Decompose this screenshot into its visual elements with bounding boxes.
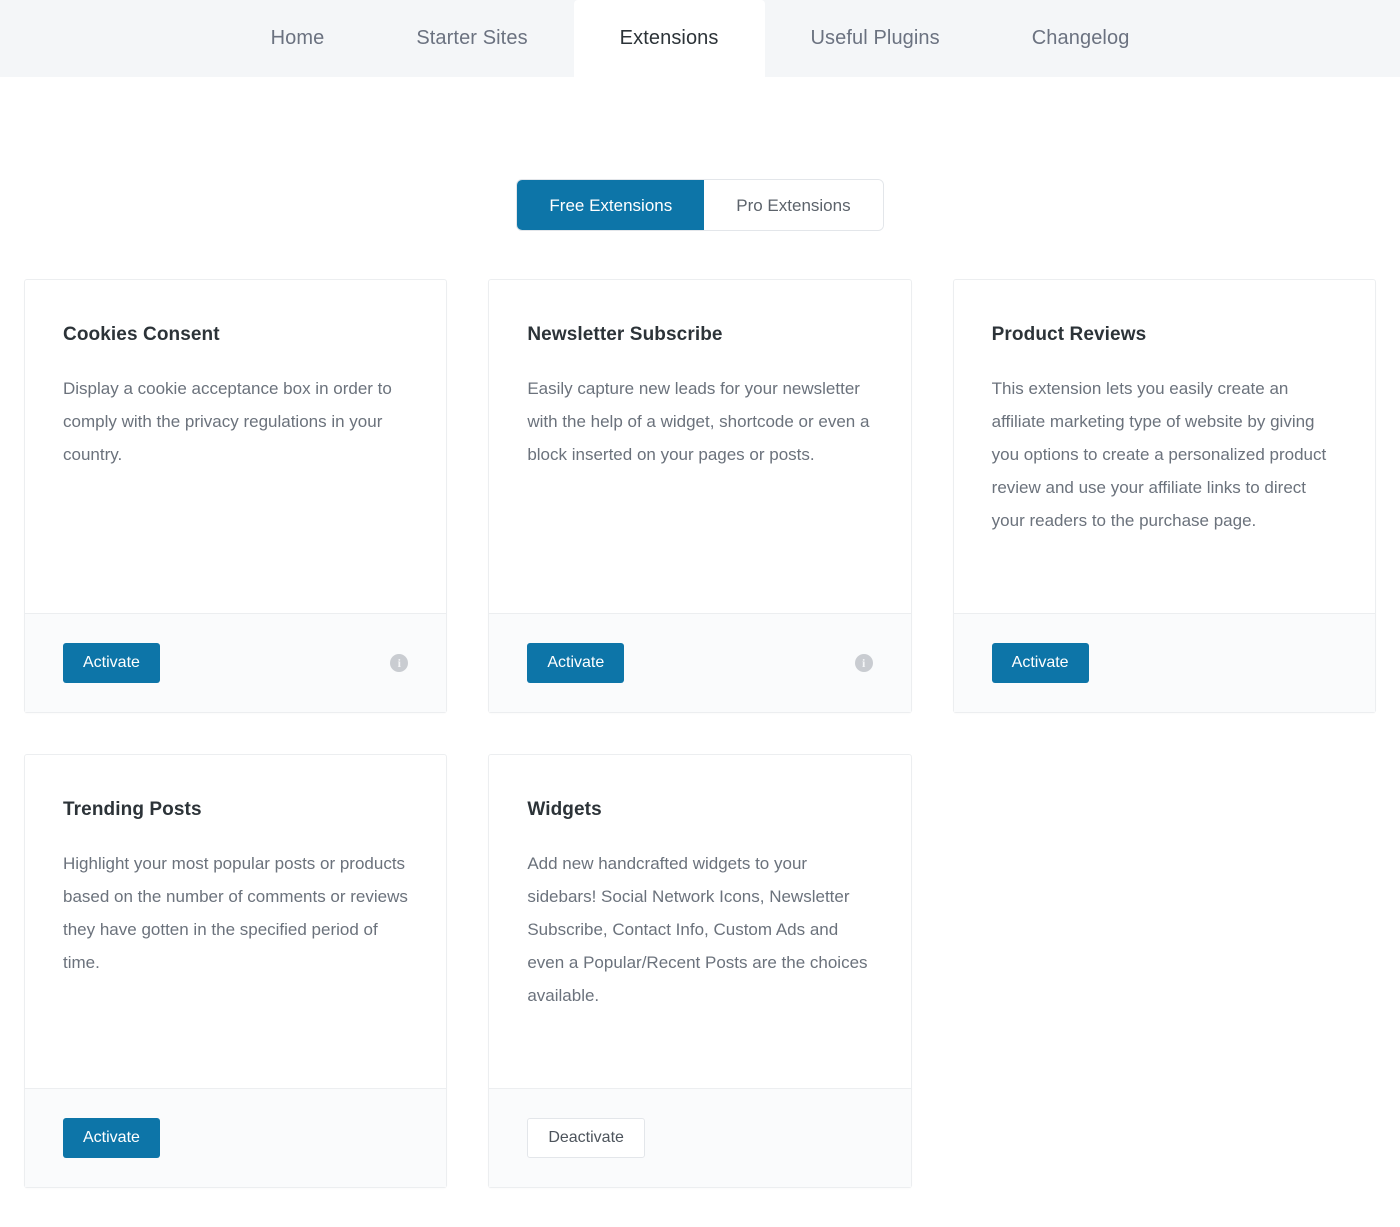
card-description: This extension lets you easily create an… <box>991 379 1327 530</box>
toggle-pro-extensions[interactable]: Pro Extensions <box>704 180 883 230</box>
card-body: Newsletter Subscribe Easily capture new l… <box>489 280 910 613</box>
activate-button[interactable]: Activate <box>527 643 625 683</box>
card-body: Widgets Add new handcrafted widgets to yo… <box>489 755 910 1088</box>
nav-tab-home[interactable]: Home <box>225 0 371 77</box>
card-description: Highlight your most popular posts or pro… <box>63 854 408 972</box>
card-body: Trending Posts Highlight your most popula… <box>25 755 446 1088</box>
card-description: Easily capture new leads for your newsle… <box>527 379 870 464</box>
page-content: Free Extensions Pro Extensions Cookies C… <box>0 77 1400 1188</box>
info-icon[interactable]: i <box>854 654 873 672</box>
activate-button[interactable]: Activate <box>63 1118 160 1158</box>
deactivate-button[interactable]: Deactivate <box>527 1118 645 1158</box>
card-description: Display a cookie acceptance box in order… <box>63 379 392 464</box>
nav-tab-changelog[interactable]: Changelog <box>986 0 1176 77</box>
activate-button[interactable]: Activate <box>63 643 160 683</box>
card-body: Product Reviews This extension lets you e… <box>954 280 1375 613</box>
info-icon[interactable]: i <box>390 654 409 672</box>
nav-tab-useful-plugins[interactable]: Useful Plugins <box>765 0 986 77</box>
card-description: Add new handcrafted widgets to your side… <box>527 854 868 1005</box>
extension-card-widgets: Widgets Add new handcrafted widgets to yo… <box>488 754 912 1188</box>
card-footer: Deactivate <box>489 1088 911 1187</box>
extensions-filter-toggle-wrapper: Free Extensions Pro Extensions <box>24 77 1376 230</box>
extension-card-cookies-consent: Cookies Consent Display a cookie acceptan… <box>24 279 448 713</box>
nav-tab-extensions[interactable]: Extensions <box>573 0 765 77</box>
card-title: Product Reviews <box>991 324 1147 345</box>
card-title: Cookies Consent <box>63 324 220 345</box>
extensions-grid: Cookies Consent Display a cookie acceptan… <box>24 279 1376 1188</box>
toggle-free-extensions[interactable]: Free Extensions <box>517 180 705 230</box>
card-title: Newsletter Subscribe <box>527 324 723 345</box>
nav-tab-list: Home Starter Sites Extensions Useful Plugin… <box>225 0 1176 77</box>
card-title: Trending Posts <box>63 799 202 820</box>
card-body: Cookies Consent Display a cookie acceptan… <box>25 280 446 613</box>
card-footer: Activate <box>953 613 1375 712</box>
activate-button[interactable]: Activate <box>991 643 1089 683</box>
extension-card-newsletter-subscribe: Newsletter Subscribe Easily capture new l… <box>488 279 912 713</box>
extension-card-product-reviews: Product Reviews This extension lets you e… <box>952 279 1376 713</box>
card-footer: Activate i <box>489 613 911 712</box>
top-navigation: Home Starter Sites Extensions Useful Plugin… <box>0 0 1400 77</box>
extension-card-trending-posts: Trending Posts Highlight your most popula… <box>24 754 448 1188</box>
card-footer: Activate i <box>25 613 447 712</box>
extensions-filter-toggle: Free Extensions Pro Extensions <box>517 180 883 230</box>
card-footer: Activate <box>25 1088 447 1187</box>
card-title: Widgets <box>527 799 602 820</box>
nav-tab-starter-sites[interactable]: Starter Sites <box>370 0 573 77</box>
